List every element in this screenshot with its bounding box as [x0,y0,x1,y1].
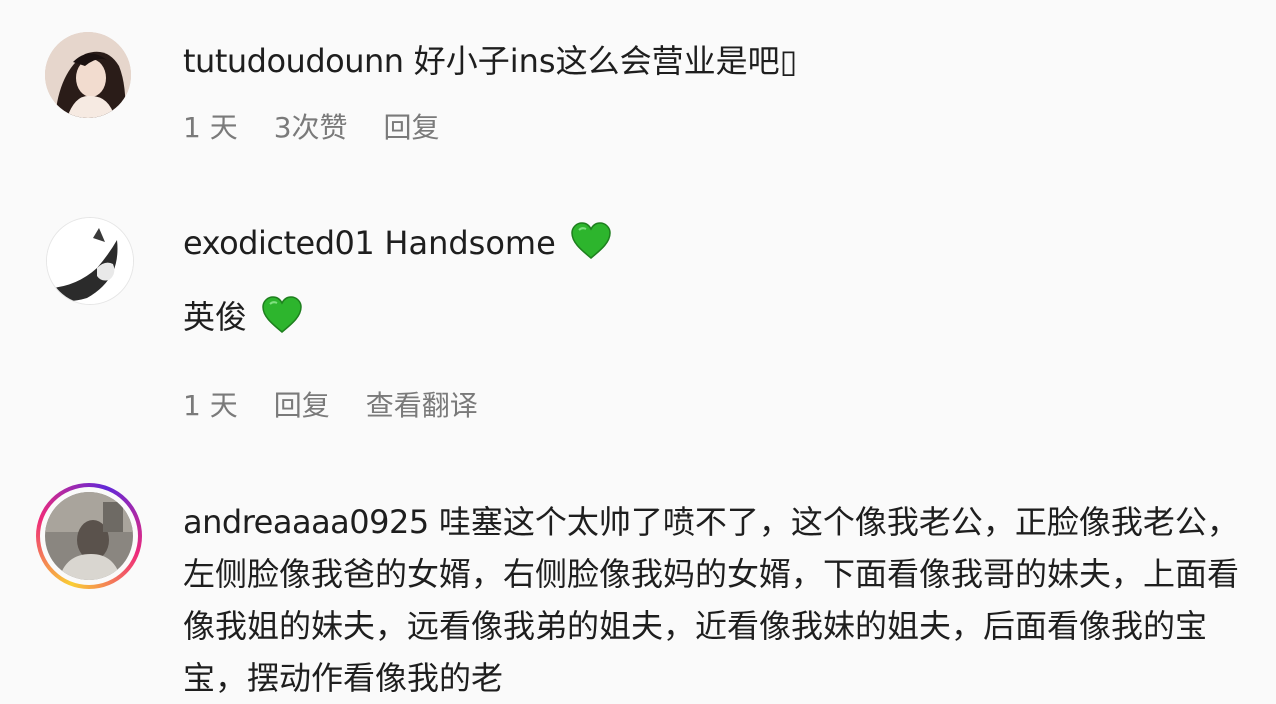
avatar[interactable] [45,32,131,118]
reply-button[interactable]: 回复 [274,384,330,424]
reply-button[interactable]: 回复 [384,106,440,146]
comment-text: exodicted01 Handsome [183,220,1236,272]
username[interactable]: andreaaaa0925 [183,503,429,541]
comment-text: tutudoudounn 好小子ins这么会营业是吧▯ [183,38,1236,84]
comment-item: tutudoudounn 好小子ins这么会营业是吧▯ 1 天 3次赞 回复 [0,0,1276,170]
translated-text: 英俊 [183,294,303,346]
comment-item: andreaaaa0925 哇塞这个太帅了喷不了，这个像我老公，正脸像我老公，左… [0,470,1276,697]
comment-body: Handsome [384,224,556,262]
username[interactable]: tutudoudounn [183,42,404,80]
comment-text: andreaaaa0925 哇塞这个太帅了喷不了，这个像我老公，正脸像我老公，左… [183,496,1243,704]
avatar [45,492,133,580]
translation-body: 英俊 [183,298,248,336]
see-translation-button[interactable]: 查看翻译 [366,384,478,424]
green-heart-icon [261,296,303,346]
green-heart-icon [570,222,612,272]
avatar-image [47,218,133,304]
comment-body: 好小子ins这么会营业是吧 [413,42,780,80]
comment-time: 1 天 [183,111,238,144]
like-count[interactable]: 3次赞 [274,106,348,146]
comment-meta: 1 天 3次赞 回复 [183,106,476,146]
story-ring[interactable] [36,483,142,589]
missing-glyph-icon: ▯ [779,42,798,80]
avatar[interactable] [46,217,134,305]
avatar-image [45,32,131,118]
comment-meta: 1 天 回复 查看翻译 [183,384,514,424]
avatar-image [45,492,133,580]
comment-time: 1 天 [183,389,238,422]
comment-item: exodicted01 Handsome 英俊 1 天 回复 查看翻译 [0,200,1276,450]
username[interactable]: exodicted01 [183,224,375,262]
